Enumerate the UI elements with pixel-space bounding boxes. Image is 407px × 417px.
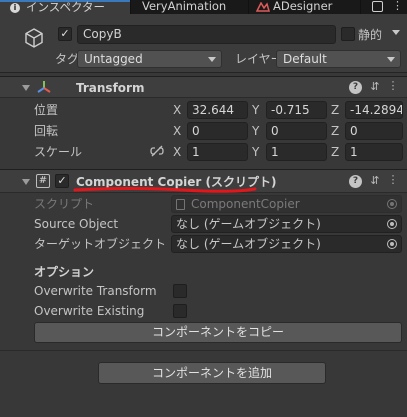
object-picker-icon[interactable] xyxy=(387,239,397,249)
axis-y-label[interactable]: Y xyxy=(252,102,259,118)
preset-sliders-icon[interactable]: ⇵ xyxy=(368,80,382,94)
target-object-field[interactable]: なし (ゲームオブジェクト) xyxy=(171,235,402,253)
overwrite-transform-label: Overwrite Transform xyxy=(34,284,157,298)
overwrite-existing-label: Overwrite Existing xyxy=(34,304,145,318)
static-label: 静的 xyxy=(358,28,383,42)
tab-veryanimation-label: VeryAnimation xyxy=(142,0,227,13)
tab-inspector-label: インスペクター xyxy=(26,0,106,14)
axis-x-label[interactable]: X xyxy=(173,144,181,160)
rotation-z-field[interactable]: 0 xyxy=(345,122,403,140)
transform-header[interactable] xyxy=(0,76,407,98)
scale-y-field[interactable]: 1 xyxy=(266,143,327,161)
tab-separator xyxy=(130,0,131,14)
position-y-field[interactable]: -0.715 xyxy=(266,101,327,119)
position-z-field[interactable]: -14.2894 xyxy=(345,101,403,119)
tag-value: Untagged xyxy=(84,52,143,66)
axis-x-label[interactable]: X xyxy=(173,123,181,139)
info-icon: i xyxy=(10,3,20,13)
scale-label: スケール xyxy=(34,145,83,159)
rotation-y-field[interactable]: 0 xyxy=(266,122,327,140)
add-component-button[interactable]: コンポーネントを追加 xyxy=(98,362,326,384)
options-header: オプション xyxy=(34,265,95,279)
chevron-down-icon xyxy=(387,57,395,62)
chevron-down-icon xyxy=(208,57,216,62)
help-icon[interactable]: ? xyxy=(349,175,362,188)
script-value: ComponentCopier xyxy=(191,197,300,211)
static-dropdown-arrow-icon[interactable] xyxy=(392,30,400,35)
transform-axes-icon xyxy=(37,81,51,93)
position-x-field[interactable]: 32.644 xyxy=(187,101,248,119)
object-picker-icon xyxy=(387,199,397,209)
component-enabled-checkbox[interactable]: ✓ xyxy=(55,174,69,188)
target-object-label: ターゲットオブジェクト xyxy=(34,237,167,251)
axis-z-label[interactable]: Z xyxy=(331,102,339,118)
component-copier-foldout-arrow-icon[interactable] xyxy=(22,179,30,185)
script-field: ComponentCopier xyxy=(171,195,402,213)
target-object-value: なし (ゲームオブジェクト) xyxy=(176,237,321,251)
tab-separator xyxy=(248,0,249,14)
more-menu-icon[interactable]: ⋮ xyxy=(392,0,403,12)
axis-y-label[interactable]: Y xyxy=(252,123,259,139)
tab-veryanimation[interactable]: VeryAnimation xyxy=(142,0,242,14)
axis-x-label[interactable]: X xyxy=(173,102,181,118)
gameobject-cube-icon xyxy=(25,28,43,48)
source-object-field[interactable]: なし (ゲームオブジェクト) xyxy=(171,215,402,233)
adesigner-icon xyxy=(256,2,270,12)
overwrite-transform-checkbox[interactable] xyxy=(173,284,187,298)
copy-components-button[interactable]: コンポーネントをコピー xyxy=(34,322,402,343)
rotation-x-field[interactable]: 0 xyxy=(187,122,248,140)
divider xyxy=(0,350,407,351)
transform-foldout-arrow-icon[interactable] xyxy=(22,85,30,91)
object-active-checkbox[interactable]: ✓ xyxy=(58,27,72,41)
axis-z-label[interactable]: Z xyxy=(331,144,339,160)
tag-label: タグ xyxy=(55,52,80,66)
scale-x-field[interactable]: 1 xyxy=(187,143,248,161)
scale-z-field[interactable]: 1 xyxy=(345,143,403,161)
script-file-icon xyxy=(176,199,185,210)
tab-inspector[interactable]: i インスペクター xyxy=(0,0,130,14)
source-object-value: なし (ゲームオブジェクト) xyxy=(176,217,321,231)
overwrite-existing-checkbox[interactable] xyxy=(173,304,187,318)
source-object-label: Source Object xyxy=(34,217,119,231)
tag-dropdown[interactable]: Untagged xyxy=(77,50,222,68)
context-menu-icon[interactable]: ⋮ xyxy=(386,173,400,187)
scale-link-icon[interactable] xyxy=(150,145,164,157)
layer-dropdown[interactable]: Default xyxy=(276,50,401,68)
axis-z-label[interactable]: Z xyxy=(331,123,339,139)
axis-y-label[interactable]: Y xyxy=(252,144,259,160)
rotation-label: 回転 xyxy=(34,124,59,138)
script-label: スクリプト xyxy=(34,197,95,211)
tab-adesigner[interactable]: ADesigner xyxy=(256,0,356,14)
object-name-field[interactable]: CopyB xyxy=(77,25,336,44)
transform-title: Transform xyxy=(76,81,145,95)
tab-adesigner-label: ADesigner xyxy=(273,0,333,13)
preset-sliders-icon[interactable]: ⇵ xyxy=(368,174,382,188)
context-menu-icon[interactable]: ⋮ xyxy=(386,79,400,93)
help-icon[interactable]: ? xyxy=(349,81,362,94)
lock-icon[interactable] xyxy=(372,1,383,12)
position-label: 位置 xyxy=(34,103,59,117)
layer-value: Default xyxy=(283,52,327,66)
static-checkbox[interactable] xyxy=(341,27,355,41)
script-hash-icon: # xyxy=(36,174,50,188)
tab-separator xyxy=(360,0,361,14)
object-picker-icon[interactable] xyxy=(387,219,397,229)
